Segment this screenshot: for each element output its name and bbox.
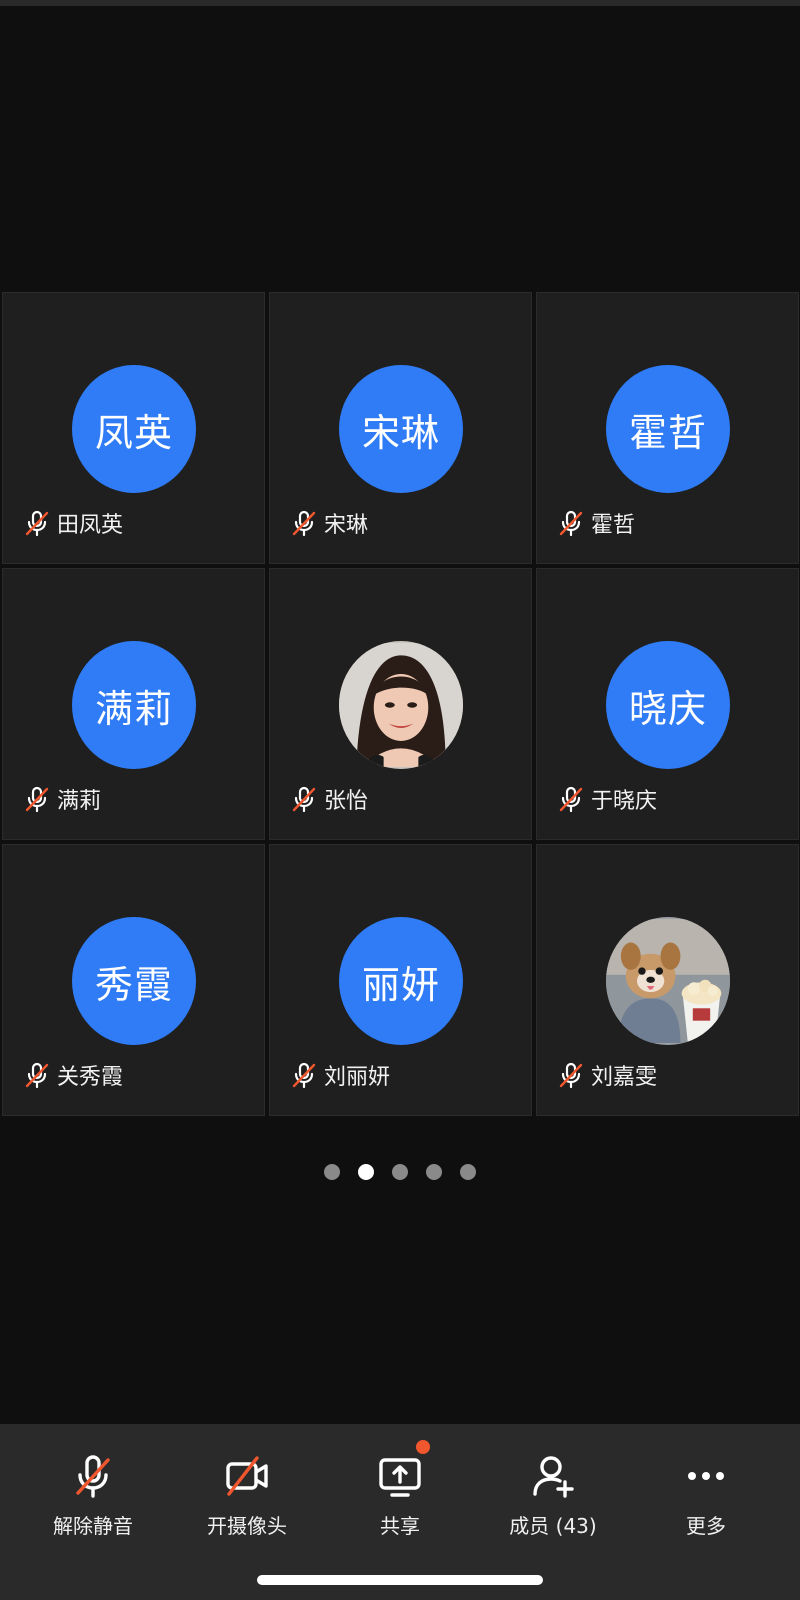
mic-muted-icon [23,509,51,537]
participant-name: 田凤英 [57,513,124,538]
participant-tile[interactable]: 丽妍 刘丽妍 [269,844,532,1116]
camera-button[interactable]: 开摄像头 [177,1452,317,1562]
participant-name: 刘嘉雯 [591,1065,658,1090]
mic-muted-icon [557,509,585,537]
mic-muted-icon [557,785,585,813]
home-indicator[interactable] [257,1575,543,1585]
mic-muted-icon [69,1452,117,1500]
mic-muted-icon [23,1061,51,1089]
participant-name: 宋琳 [324,513,369,538]
notification-badge [416,1440,430,1454]
avatar: 霍哲 [606,365,730,493]
mic-muted-icon [290,1061,318,1089]
participant-grid: 凤英 田凤英 宋琳 宋琳 霍哲 霍哲 满莉 满莉 张怡 晓庆 于晓庆 秀霞 关秀… [2,292,799,1116]
mic-muted-icon [290,785,318,813]
participant-label: 宋琳 [290,507,368,539]
participant-name: 关秀霞 [57,1065,124,1090]
status-strip [0,0,800,6]
participant-name: 张怡 [324,789,369,814]
page-dot[interactable] [324,1164,340,1180]
more-icon [682,1452,730,1500]
unmute-label: 解除静音 [53,1514,133,1538]
page-dot-active[interactable] [358,1164,374,1180]
participant-name: 于晓庆 [591,789,658,814]
more-button[interactable]: 更多 [636,1452,776,1562]
mic-muted-icon [290,509,318,537]
page-dot[interactable] [460,1164,476,1180]
participant-tile[interactable]: 刘嘉雯 [536,844,799,1116]
avatar: 晓庆 [606,641,730,769]
camera-label: 开摄像头 [207,1514,287,1538]
participant-name: 刘丽妍 [324,1065,391,1090]
participant-tile[interactable]: 宋琳 宋琳 [269,292,532,564]
avatar-photo-woman [339,641,463,769]
participant-name: 霍哲 [591,513,636,538]
avatar: 满莉 [72,641,196,769]
share-screen-icon [376,1440,430,1500]
page-dot[interactable] [426,1164,442,1180]
add-member-icon [529,1452,577,1500]
participant-label: 满莉 [23,783,101,815]
woman-portrait-image [339,643,463,767]
participant-label: 刘丽妍 [290,1059,390,1091]
participant-label: 关秀霞 [23,1059,123,1091]
participant-tile[interactable]: 张怡 [269,568,532,840]
participant-label: 霍哲 [557,507,635,539]
meeting-screen: 凤英 田凤英 宋琳 宋琳 霍哲 霍哲 满莉 满莉 张怡 晓庆 于晓庆 秀霞 关秀… [0,0,800,1600]
participant-label: 田凤英 [23,507,123,539]
participant-label: 于晓庆 [557,783,657,815]
avatar: 秀霞 [72,917,196,1045]
meeting-toolbar: 解除静音 开摄像头 共享 成员 (43) 更多 [0,1424,800,1600]
participant-name: 满莉 [57,789,102,814]
participant-tile[interactable]: 满莉 满莉 [2,568,265,840]
share-label: 共享 [380,1514,420,1538]
participant-label: 张怡 [290,783,368,815]
avatar-photo-dog [606,917,730,1045]
page-indicator[interactable] [0,1164,800,1180]
camera-off-icon [223,1452,271,1500]
avatar: 宋琳 [339,365,463,493]
mic-muted-icon [557,1061,585,1089]
more-label: 更多 [686,1514,726,1538]
share-button[interactable]: 共享 [330,1440,470,1562]
dog-with-cup-image [606,919,730,1043]
participant-label: 刘嘉雯 [557,1059,657,1091]
participant-tile[interactable]: 晓庆 于晓庆 [536,568,799,840]
members-button[interactable]: 成员 (43) [483,1452,623,1562]
unmute-button[interactable]: 解除静音 [23,1452,163,1562]
avatar: 凤英 [72,365,196,493]
mic-muted-icon [23,785,51,813]
members-label: 成员 (43) [509,1514,597,1538]
participant-tile[interactable]: 霍哲 霍哲 [536,292,799,564]
participant-tile[interactable]: 凤英 田凤英 [2,292,265,564]
participant-tile[interactable]: 秀霞 关秀霞 [2,844,265,1116]
page-dot[interactable] [392,1164,408,1180]
avatar: 丽妍 [339,917,463,1045]
